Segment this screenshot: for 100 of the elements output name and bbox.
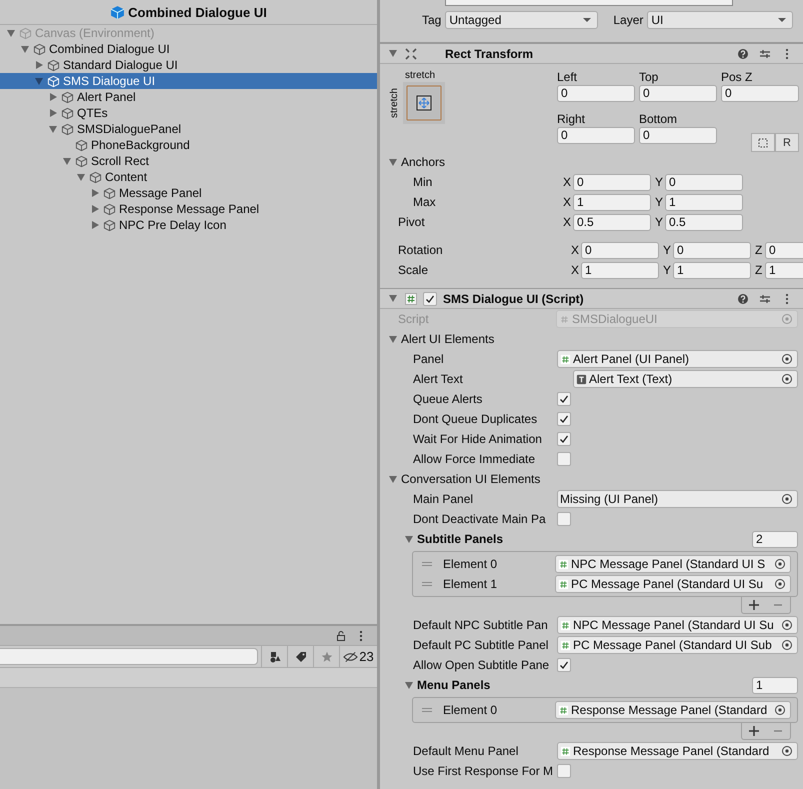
checkbox[interactable] <box>557 412 571 426</box>
down-triangle-icon[interactable] <box>77 174 85 180</box>
offset-field[interactable]: 0 <box>639 85 717 102</box>
checkbox[interactable] <box>557 764 571 778</box>
raw-edit-button[interactable]: R <box>775 133 799 152</box>
object-field[interactable]: NPC Message Panel (Standard UI Su <box>557 616 798 634</box>
checkbox[interactable] <box>557 392 571 406</box>
component-header[interactable]: SMS Dialogue UI (Script) <box>380 288 803 309</box>
list-size-field[interactable]: 1 <box>752 676 798 694</box>
right-triangle-icon[interactable] <box>50 93 57 101</box>
number-field[interactable]: 0 <box>665 174 743 190</box>
hierarchy-item[interactable]: Content <box>0 169 377 185</box>
down-triangle-icon[interactable] <box>389 50 397 57</box>
number-field[interactable]: 1 <box>581 262 659 278</box>
layer-dropdown[interactable]: UI <box>647 11 794 29</box>
down-triangle-icon[interactable] <box>389 336 397 342</box>
down-triangle-icon[interactable] <box>35 78 43 84</box>
offset-field[interactable]: 0 <box>557 126 635 144</box>
blueprint-mode-button[interactable] <box>751 133 775 152</box>
hierarchy-item[interactable]: Message Panel <box>0 185 377 201</box>
component-title: Rect Transform <box>445 46 534 60</box>
object-picker-icon[interactable] <box>774 704 786 716</box>
number-field[interactable]: 0 <box>765 242 803 258</box>
drag-handle-icon[interactable] <box>421 706 433 714</box>
checkbox[interactable] <box>557 432 571 446</box>
hierarchy-item[interactable]: PhoneBackground <box>0 137 377 153</box>
object-picker-icon[interactable] <box>781 493 793 505</box>
down-triangle-icon[interactable] <box>63 158 71 164</box>
right-triangle-icon[interactable] <box>92 205 99 213</box>
number-field[interactable]: 1 <box>665 194 743 210</box>
object-picker-icon[interactable] <box>781 639 793 651</box>
offset-field[interactable]: 0 <box>639 126 717 144</box>
list-size-field[interactable]: 2 <box>752 530 798 548</box>
drag-handle-icon[interactable] <box>421 560 433 568</box>
checkbox[interactable] <box>557 512 571 526</box>
cube-icon <box>103 218 116 232</box>
number-field[interactable]: 0 <box>581 242 659 258</box>
sliders-icon[interactable] <box>759 48 771 60</box>
checkbox[interactable] <box>557 452 571 466</box>
down-triangle-icon[interactable] <box>49 126 57 132</box>
object-picker-icon[interactable] <box>774 558 786 570</box>
hierarchy-item[interactable]: Alert Panel <box>0 89 377 105</box>
enabled-checkbox[interactable] <box>423 292 437 306</box>
number-field[interactable]: 1 <box>673 262 751 278</box>
help-icon[interactable] <box>737 292 749 304</box>
lock-icon[interactable] <box>335 630 347 642</box>
number-field[interactable]: 0 <box>573 174 651 190</box>
hierarchy-item[interactable]: NPC Pre Delay Icon <box>0 217 377 233</box>
plus-icon[interactable] <box>748 599 760 611</box>
help-icon[interactable] <box>737 48 749 60</box>
hierarchy-item[interactable]: Combined Dialogue UI <box>0 41 377 57</box>
right-triangle-icon[interactable] <box>92 189 99 197</box>
sliders-icon[interactable] <box>759 292 771 304</box>
number-field[interactable]: 0.5 <box>665 214 743 230</box>
down-triangle-icon[interactable] <box>389 295 397 302</box>
down-triangle-icon[interactable] <box>405 536 413 542</box>
down-triangle-icon[interactable] <box>389 158 397 166</box>
right-triangle-icon[interactable] <box>92 221 99 229</box>
number-field[interactable]: 1 <box>765 262 803 278</box>
object-field[interactable]: PC Message Panel (Standard UI Su <box>555 575 791 593</box>
down-triangle-icon[interactable] <box>21 46 29 52</box>
object-field[interactable]: Response Message Panel (Standard <box>555 701 791 719</box>
hidden-count-button[interactable]: 23 <box>339 646 377 667</box>
down-triangle-icon[interactable] <box>7 30 15 36</box>
element-label: Element 1 <box>443 577 498 591</box>
number-field[interactable]: 1 <box>573 194 651 210</box>
down-triangle-icon[interactable] <box>405 682 413 688</box>
object-picker-icon[interactable] <box>781 745 793 757</box>
checkbox[interactable] <box>557 658 571 672</box>
drag-handle-icon[interactable] <box>421 580 433 588</box>
hierarchy-item[interactable]: Scroll Rect <box>0 153 377 169</box>
number-field[interactable]: 0.5 <box>573 214 651 230</box>
right-triangle-icon[interactable] <box>50 109 57 117</box>
search-field[interactable] <box>0 648 258 665</box>
field-label: Dont Deactivate Main Pa <box>412 512 547 526</box>
object-field[interactable]: Alert Text (Text) <box>573 370 798 388</box>
list-label: Subtitle Panels <box>417 532 504 546</box>
element-label: Element 0 <box>443 557 498 571</box>
object-picker-icon[interactable] <box>774 578 786 590</box>
offset-field[interactable]: 0 <box>721 85 799 102</box>
object-field[interactable]: PC Message Panel (Standard UI Sub <box>557 636 798 654</box>
object-field[interactable]: Missing (UI Panel) <box>557 490 798 508</box>
hierarchy-item[interactable]: SMSDialoguePanel <box>0 121 377 137</box>
anchor-preset-button[interactable] <box>403 82 445 124</box>
tag-dropdown[interactable]: Untagged <box>445 11 598 29</box>
object-picker-icon[interactable] <box>781 353 793 365</box>
down-triangle-icon[interactable] <box>389 476 397 482</box>
object-picker-icon[interactable] <box>781 619 793 631</box>
number-field[interactable]: 0 <box>673 242 751 258</box>
hierarchy-item[interactable]: SMS Dialogue UI <box>0 73 377 89</box>
hierarchy-item[interactable]: QTEs <box>0 105 377 121</box>
object-name-field[interactable] <box>445 0 733 6</box>
object-picker-icon[interactable] <box>781 373 793 385</box>
axis-label: X <box>571 263 580 277</box>
offset-field[interactable]: 0 <box>557 85 635 102</box>
hierarchy-item[interactable]: Response Message Panel <box>0 201 377 217</box>
object-field[interactable]: Response Message Panel (Standard <box>557 742 798 760</box>
object-field[interactable]: NPC Message Panel (Standard UI S <box>555 555 791 573</box>
plus-icon[interactable] <box>748 725 760 737</box>
object-field[interactable]: Alert Panel (UI Panel) <box>557 350 798 368</box>
